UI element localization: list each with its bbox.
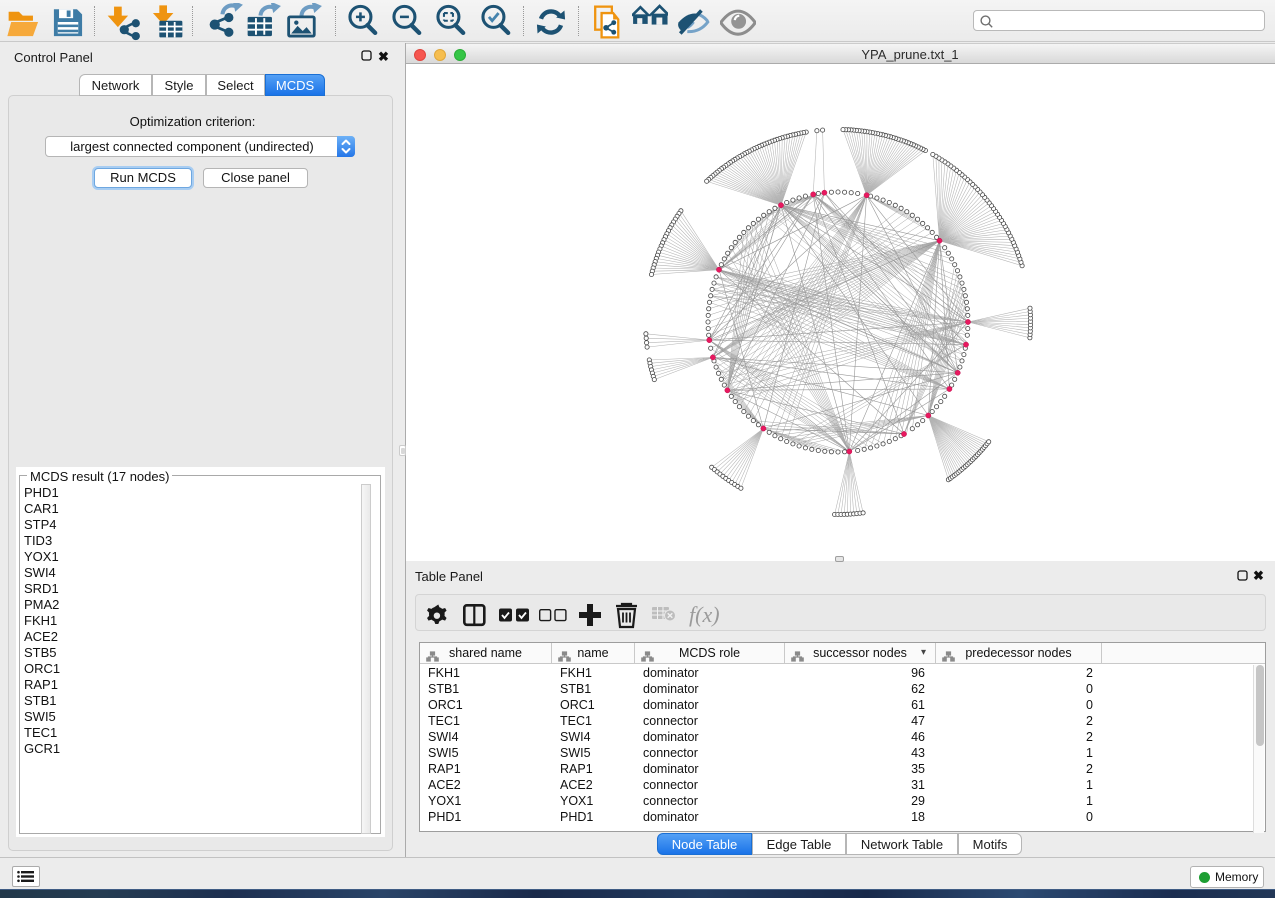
svg-text:f(x): f(x) (689, 602, 720, 627)
